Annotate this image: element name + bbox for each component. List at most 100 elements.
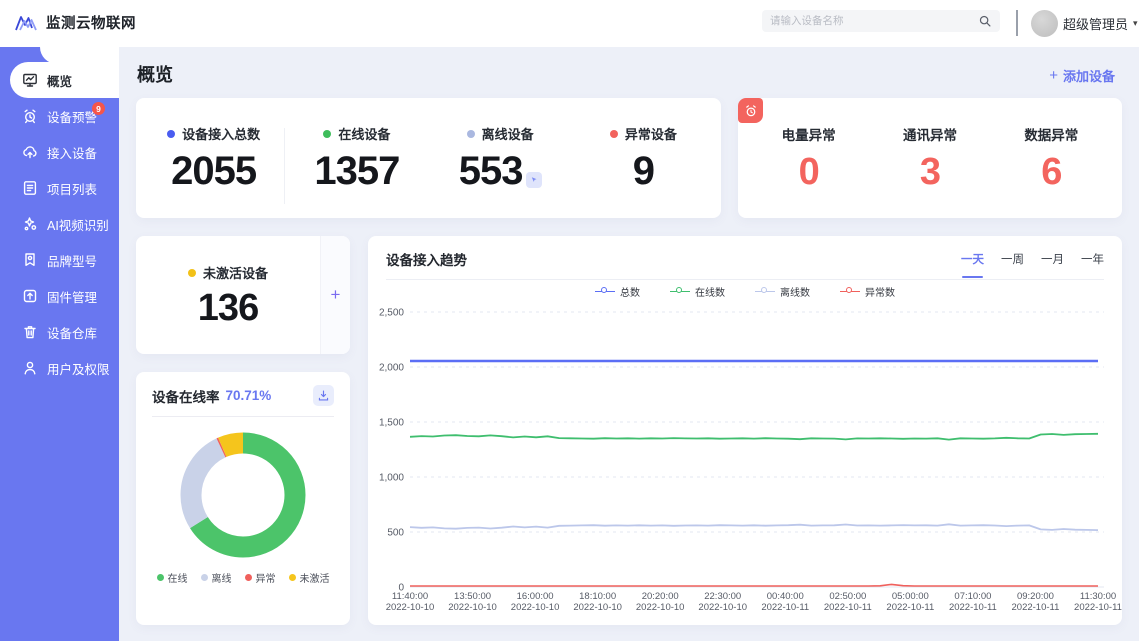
donut-legend-item-异常[interactable]: 异常 <box>245 570 276 585</box>
svg-text:07:10:00: 07:10:00 <box>954 591 991 602</box>
alarm-icon <box>744 104 758 118</box>
sidebar-item-1[interactable]: 设备预警9 <box>0 98 119 134</box>
tab-一年[interactable]: 一年 <box>1081 251 1104 267</box>
stat-column-2: 离线设备 553 <box>429 124 572 218</box>
inactive-devices-value: 136 <box>198 289 258 327</box>
sidebar-item-4[interactable]: AI视频识别 <box>0 206 119 242</box>
sidebar: 概览设备预警9接入设备项目列表 AI视频识别品牌型号固件管理设备仓库用户及权限 <box>0 47 119 641</box>
alert-value: 6 <box>991 153 1112 191</box>
plus-icon: + <box>331 285 341 305</box>
sidebar-item-5[interactable]: 品牌型号 <box>0 242 119 278</box>
donut-legend: 在线离线 异常 未激活 <box>152 570 334 585</box>
sidebar-item-label: 项目列表 <box>47 179 97 198</box>
sidebar-item-label: 品牌型号 <box>47 251 97 270</box>
svg-text:2022-10-11: 2022-10-11 <box>949 602 997 613</box>
inactive-dot <box>188 269 196 277</box>
ai-video-icon <box>22 216 38 232</box>
donut-legend-item-离线[interactable]: 离线 <box>201 570 232 585</box>
time-range-tabs: 一天 一周 一月 一年 <box>961 251 1104 267</box>
legend-dot <box>245 574 252 581</box>
stat-value-row: 553 <box>429 151 572 191</box>
stat-value-row: 9 <box>572 151 715 191</box>
inactive-devices-label-row: 未激活设备 <box>188 263 268 282</box>
trend-chart-header: 设备接入趋势 一天一周一月一年 <box>386 249 1104 280</box>
inactive-devices-body: 未激活设备 136 <box>136 236 320 354</box>
download-button[interactable] <box>313 385 334 406</box>
stat-label: 在线设备 <box>338 124 390 143</box>
donut-legend-item-未激活[interactable]: 未激活 <box>289 570 330 585</box>
stat-label: 离线设备 <box>482 124 534 143</box>
sidebar-item-0[interactable]: 概览 <box>10 62 119 98</box>
main-content: 概览 + 添加设备 设备接入总数2055在线设备1357离线设备553异常设备9… <box>119 47 1139 641</box>
search-box <box>762 10 1000 32</box>
stat-label-row: 异常设备 <box>572 124 715 143</box>
plus-icon: + <box>1049 67 1058 84</box>
sidebar-item-7[interactable]: 设备仓库 <box>0 314 119 350</box>
svg-text:02:50:00: 02:50:00 <box>829 591 866 602</box>
alert-label: 电量异常 <box>748 124 869 144</box>
online-rate-value: 70.71% <box>226 388 314 403</box>
search-input[interactable] <box>770 15 978 27</box>
legend-dot <box>289 574 296 581</box>
svg-text:2,500: 2,500 <box>379 308 404 319</box>
stat-value: 9 <box>633 151 654 191</box>
stat-label: 设备接入总数 <box>182 124 260 143</box>
chevron-down-icon: ▾ <box>1133 18 1138 29</box>
svg-text:2022-10-10: 2022-10-10 <box>636 602 685 613</box>
svg-text:2022-10-11: 2022-10-11 <box>824 602 872 613</box>
legend-dot <box>157 574 164 581</box>
sidebar-item-2[interactable]: 接入设备 <box>0 134 119 170</box>
stat-dot <box>610 130 618 138</box>
alarm-icon <box>22 108 38 124</box>
app-header: 监测云物联网 超级管理员 ▾ <box>0 0 1139 47</box>
alert-column-2: 数据异常 6 <box>991 124 1112 218</box>
stat-label: 异常设备 <box>625 124 677 143</box>
svg-text:2022-10-11: 2022-10-11 <box>1012 602 1060 613</box>
stat-value-row: 2055 <box>142 151 285 191</box>
stat-dot <box>323 130 331 138</box>
trend-chart-card: 设备接入趋势 一天一周一月一年 总数在线数离线数异常数 05001,0001,5… <box>368 236 1122 625</box>
project-list-icon <box>22 180 38 196</box>
legend-label: 异常 <box>256 570 276 585</box>
alert-column-1: 通讯异常3 <box>869 124 990 218</box>
online-rate-header: 设备在线率 70.71% <box>152 385 334 417</box>
download-icon <box>317 389 330 402</box>
inactive-add-button[interactable]: + <box>320 236 350 354</box>
add-device-button[interactable]: + 添加设备 <box>1049 66 1115 85</box>
cursor-badge <box>526 172 542 188</box>
sidebar-item-6[interactable]: 固件管理 <box>0 278 119 314</box>
svg-text:2022-10-10: 2022-10-10 <box>698 602 747 613</box>
svg-text:2022-10-10: 2022-10-10 <box>511 602 560 613</box>
alerts-card: 电量异常0通讯异常3数据异常6 <box>738 98 1122 218</box>
user-name: 超级管理员 <box>1063 14 1128 33</box>
stat-dot <box>467 130 475 138</box>
sidebar-item-8[interactable]: 用户及权限 <box>0 350 119 386</box>
user-menu[interactable]: 超级管理员 ▾ <box>1063 14 1138 33</box>
stat-column-0: 设备接入总数 2055 <box>142 124 285 218</box>
tab-一天[interactable]: 一天 <box>961 251 984 267</box>
avatar[interactable] <box>1031 10 1058 37</box>
search-icon[interactable] <box>978 14 992 28</box>
donut-legend-item-在线[interactable]: 在线 <box>157 570 188 585</box>
logo: 监测云物联网 <box>14 12 136 33</box>
stat-value: 2055 <box>171 151 256 191</box>
add-device-label: 添加设备 <box>1063 66 1115 85</box>
alert-label: 数据异常 <box>991 124 1112 144</box>
sidebar-item-label: 概览 <box>47 71 72 90</box>
device-stats-card: 设备接入总数2055在线设备1357离线设备553异常设备9 <box>136 98 721 218</box>
svg-text:20:20:00: 20:20:00 <box>642 591 679 602</box>
legend-label: 未激活 <box>300 570 330 585</box>
svg-text:2022-10-11: 2022-10-11 <box>886 602 934 613</box>
svg-text:2022-10-10: 2022-10-10 <box>448 602 497 613</box>
svg-text:2022-10-11: 2022-10-11 <box>1074 602 1122 613</box>
stat-label-row: 离线设备 <box>429 124 572 143</box>
sidebar-item-3[interactable]: 项目列表 <box>0 170 119 206</box>
tab-一月[interactable]: 一月 <box>1041 251 1064 267</box>
svg-text:2022-10-10: 2022-10-10 <box>573 602 622 613</box>
stat-value: 553 <box>459 151 523 191</box>
sidebar-item-label: 设备预警 <box>47 107 97 126</box>
tab-一周[interactable]: 一周 <box>1001 251 1024 267</box>
device-warehouse-icon <box>22 324 38 340</box>
line-chart-svg: 05001,0001,5002,0002,50011:40:002022-10-… <box>368 292 1122 622</box>
svg-text:13:50:00: 13:50:00 <box>454 591 491 602</box>
